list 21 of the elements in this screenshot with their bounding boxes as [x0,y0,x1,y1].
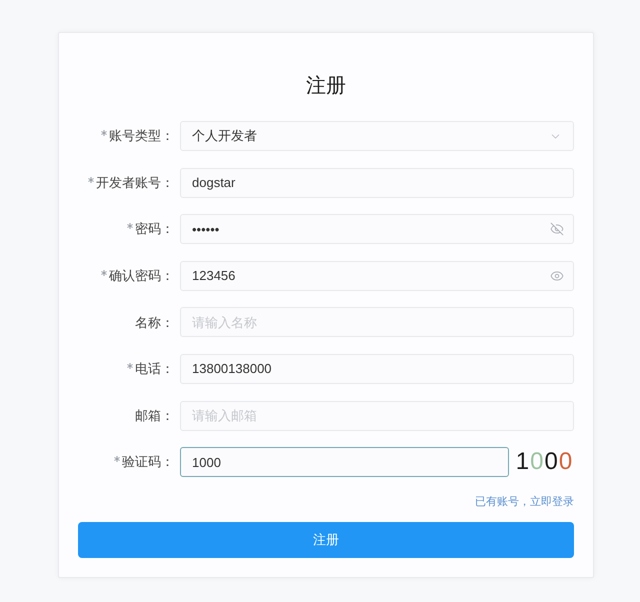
field-label: 开发者账号： [96,174,174,192]
field-label: 密码： [135,220,174,238]
field-label: 账号类型： [109,127,174,146]
captcha-character: 0 [530,450,544,474]
field-label: 确认密码： [109,267,174,286]
captcha-character: 0 [544,450,558,474]
field-label: 电话： [135,360,174,378]
form-title: 注册 [305,74,347,99]
input-field[interactable]: 13800138000 [180,354,574,384]
field-label: 邮箱： [135,406,174,425]
select-field[interactable]: 个人开发者 [180,121,574,151]
password-field[interactable]: •••••• [180,214,574,244]
captcha-input-field[interactable]: 1000 [180,447,509,478]
field-label: 名称： [135,314,174,332]
eye-icon[interactable] [550,268,564,283]
captcha-character: 0 [558,450,572,474]
password-field[interactable]: 123456 [180,260,574,291]
captcha-character: 1 [516,450,530,474]
field-label: 验证码： [122,453,174,472]
input-field[interactable]: dogstar [180,168,574,198]
eye-slash-icon[interactable] [550,222,564,236]
